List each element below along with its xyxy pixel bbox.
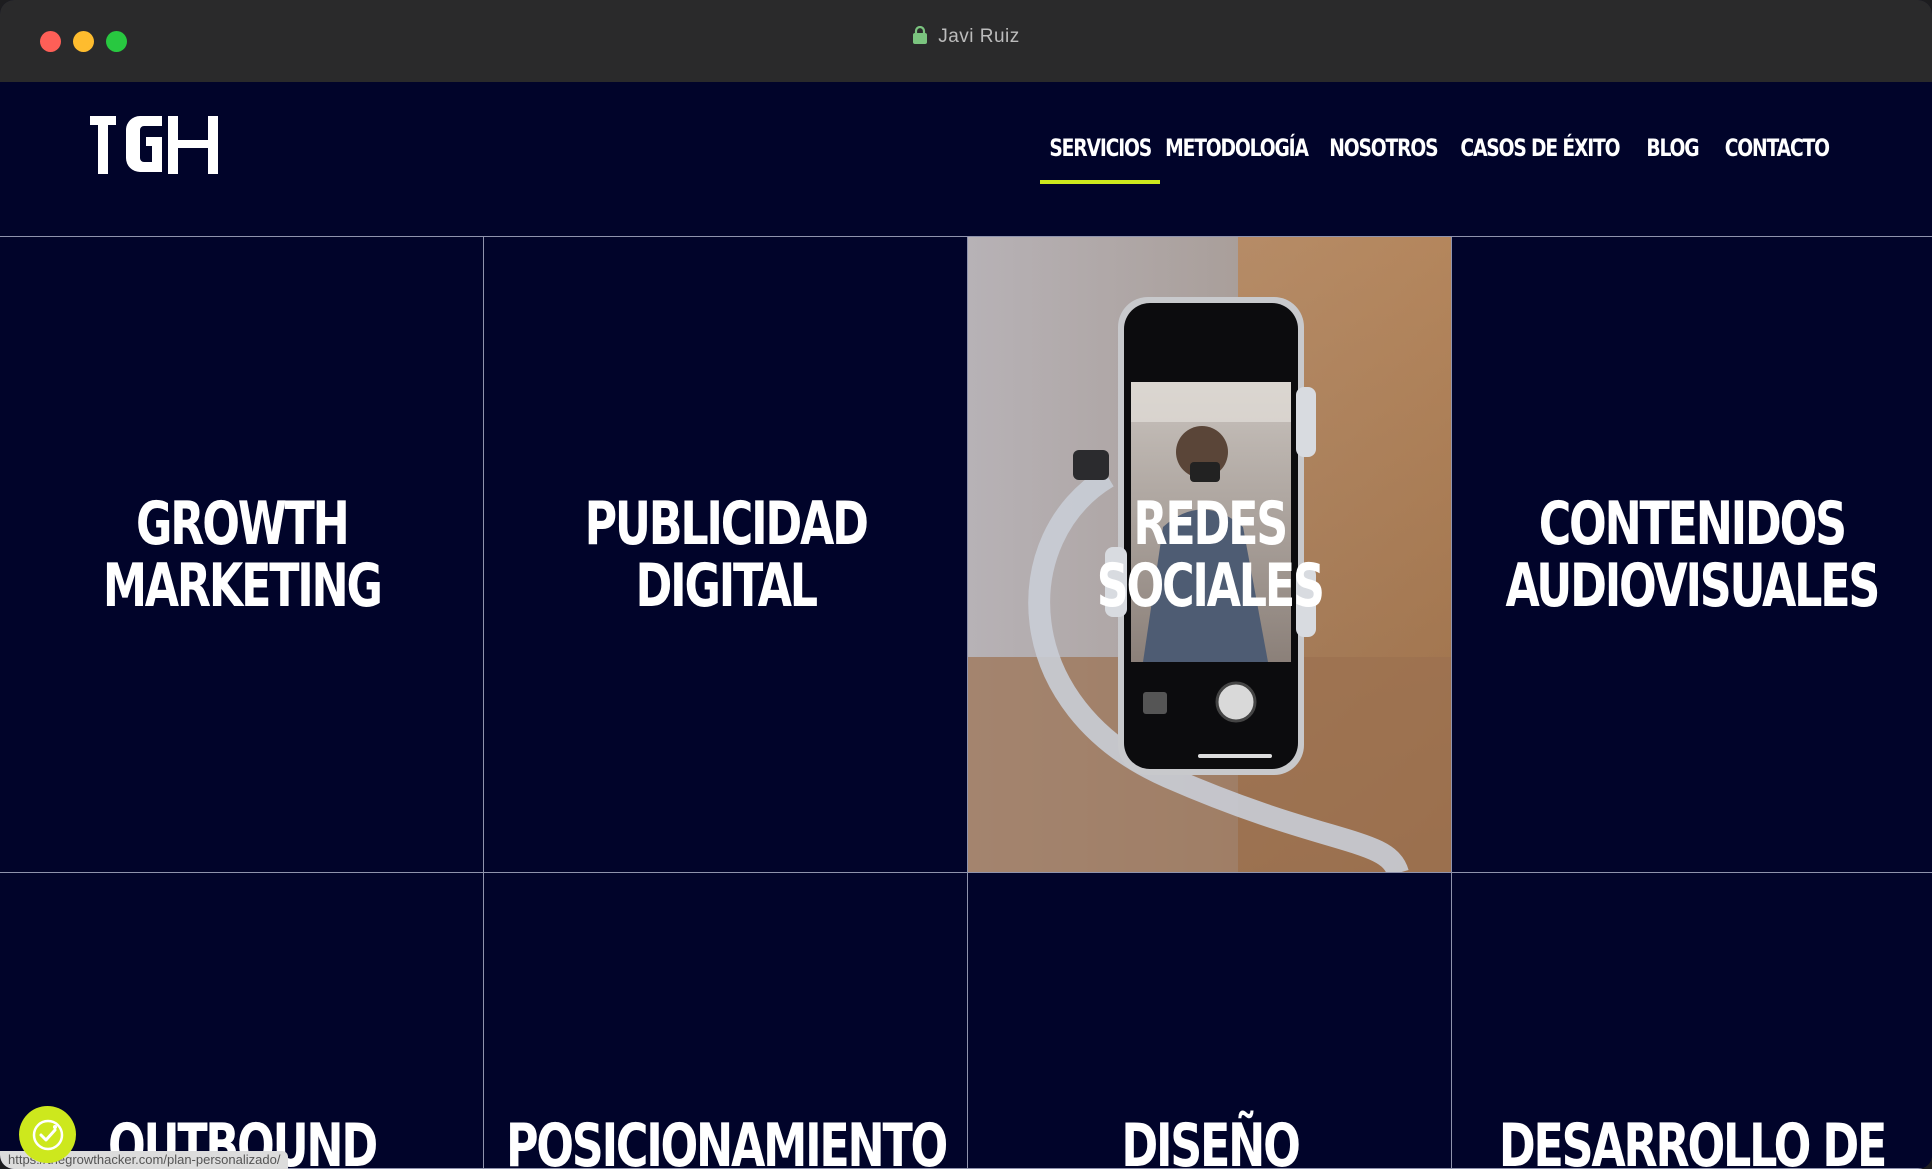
services-grid: GROWTH MARKETING PUBLICIDAD DIGITAL REDE… — [0, 237, 1932, 1169]
window-title-area: Javi Ruiz — [0, 26, 1932, 48]
window-titlebar: Javi Ruiz — [0, 0, 1932, 82]
site-logo[interactable] — [90, 114, 220, 178]
nav-label: NOSOTROS — [1328, 134, 1438, 162]
tgh-logo-icon — [90, 116, 218, 174]
nav-item-casos-de-exito[interactable]: CASOS DE ÉXITO — [1454, 126, 1626, 186]
nav-label: CASOS DE ÉXITO — [1460, 134, 1621, 162]
service-card-title: PUBLICIDAD DIGITAL — [584, 488, 868, 621]
site-header: SERVICIOS METODOLOGÍA NOSOTROS CASOS DE … — [0, 82, 1932, 237]
service-card-redes-sociales[interactable]: REDES SOCIALES — [968, 237, 1452, 873]
window-title: Javi Ruiz — [938, 26, 1020, 47]
nav-item-servicios[interactable]: SERVICIOS — [1040, 126, 1160, 186]
nav-label: BLOG — [1645, 134, 1699, 162]
nav-label: METODOLOGÍA — [1164, 134, 1309, 162]
nav-item-blog[interactable]: BLOG — [1626, 126, 1718, 186]
service-card-title-posicionamiento: POSICIONAMIENTO — [505, 1111, 948, 1169]
nav-label: SERVICIOS — [1049, 134, 1152, 162]
nav-item-metodologia[interactable]: METODOLOGÍA — [1160, 126, 1312, 186]
nav-item-nosotros[interactable]: NOSOTROS — [1312, 126, 1454, 186]
cookie-consent-button[interactable] — [19, 1106, 76, 1163]
lock-icon — [913, 26, 928, 44]
service-card-publicidad-digital[interactable]: PUBLICIDAD DIGITAL — [484, 237, 968, 873]
nav-item-contacto[interactable]: CONTACTO — [1718, 126, 1836, 186]
service-card-growth-marketing[interactable]: GROWTH MARKETING — [0, 237, 484, 873]
service-card-contenidos-audiovisuales[interactable]: CONTENIDOS AUDIOVISUALES — [1452, 237, 1932, 873]
nav-label: CONTACTO — [1724, 134, 1830, 162]
cookie-check-icon — [32, 1119, 63, 1150]
service-card-title: REDES SOCIALES — [1096, 488, 1324, 621]
service-card-title-desarrollo: DESARROLLO DE — [1498, 1111, 1887, 1169]
browser-window: Javi Ruiz SERVICIOS METODOLOGÍA NOSOTROS… — [0, 0, 1932, 1169]
main-nav: SERVICIOS METODOLOGÍA NOSOTROS CASOS DE … — [1040, 126, 1836, 186]
service-card-title: CONTENIDOS AUDIOVISUALES — [1505, 488, 1881, 621]
service-card-title: GROWTH MARKETING — [102, 488, 383, 621]
service-card-title-diseno: DISEÑO — [1121, 1111, 1300, 1169]
